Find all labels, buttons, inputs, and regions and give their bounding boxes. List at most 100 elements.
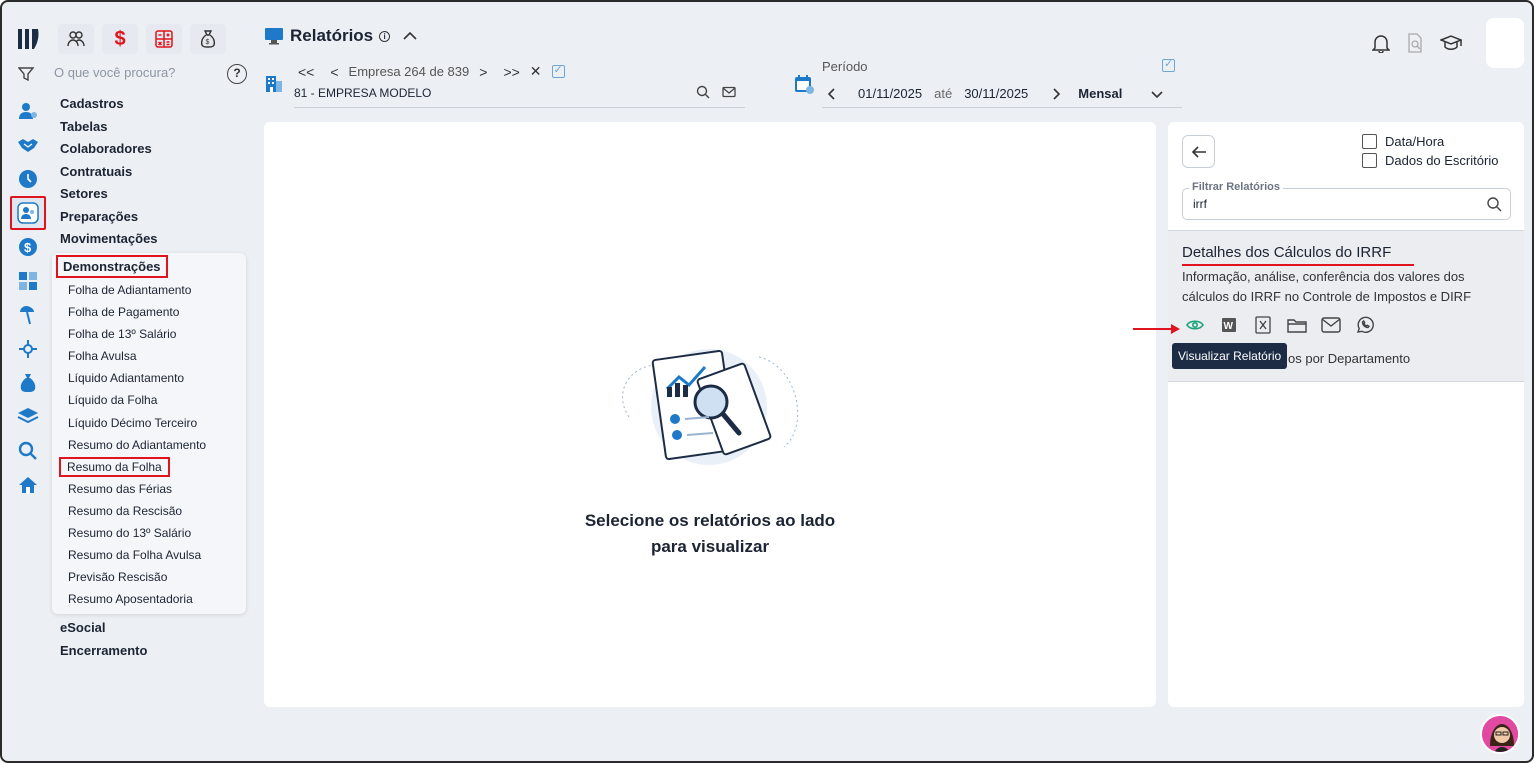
view-report-tooltip: Visualizar Relatório — [1172, 343, 1288, 369]
office-data-option[interactable]: Dados do Escritório — [1362, 153, 1498, 168]
whatsapp-icon[interactable] — [1355, 315, 1375, 335]
office-data-checkbox[interactable] — [1362, 153, 1377, 168]
submenu-item-resumo-da-folha[interactable]: Resumo da Folha — [59, 456, 206, 480]
layers-icon[interactable] — [10, 400, 46, 434]
submenu-item[interactable]: Líquido Adiantamento — [68, 369, 206, 391]
report-preview-panel: Selecione os relatórios ao lado para vis… — [264, 122, 1156, 707]
submenu-item[interactable]: Resumo da Folha Avulsa — [68, 546, 206, 568]
document-search-icon[interactable] — [1406, 33, 1424, 53]
eye-icon[interactable] — [1185, 315, 1205, 335]
people-module-icon[interactable] — [58, 24, 94, 54]
mail-icon[interactable] — [722, 85, 736, 99]
building-icon — [266, 76, 282, 92]
next-period-icon[interactable] — [1050, 87, 1062, 101]
search-icon[interactable] — [1486, 196, 1502, 212]
previous-period-icon[interactable] — [826, 87, 838, 101]
bell-icon[interactable] — [1372, 33, 1390, 53]
menu-item-movimentacoes[interactable]: Movimentações — [60, 229, 250, 252]
sidebar-menu-bottom: eSocial Encerramento — [60, 618, 147, 663]
money-bag-icon[interactable] — [10, 366, 46, 400]
word-icon[interactable]: W — [1219, 315, 1239, 335]
dollar-coin-icon[interactable]: $ — [10, 230, 46, 264]
company-checkbox[interactable] — [551, 63, 565, 78]
previous-company-icon[interactable]: < — [330, 64, 338, 80]
filter-value: irrf — [1193, 197, 1207, 211]
svg-text:$: $ — [24, 240, 32, 255]
company-field[interactable]: 81 - EMPRESA MODELO — [294, 82, 745, 108]
period-checkbox[interactable] — [1162, 57, 1175, 72]
excel-icon[interactable] — [1253, 315, 1273, 335]
submenu-item[interactable]: Resumo da Rescisão — [68, 502, 206, 524]
beach-icon[interactable] — [10, 298, 46, 332]
help-icon[interactable]: ? — [227, 64, 247, 84]
home-icon[interactable] — [10, 468, 46, 502]
chevron-up-icon[interactable] — [402, 30, 418, 42]
menu-item-esocial[interactable]: eSocial — [60, 618, 147, 641]
user-register-icon[interactable] — [10, 94, 46, 128]
menu-item-setores[interactable]: Setores — [60, 184, 250, 207]
sidebar-rail: $ — [10, 94, 46, 502]
period-start[interactable]: 01/11/2025 — [858, 86, 922, 101]
network-icon[interactable] — [10, 332, 46, 366]
datetime-label: Data/Hora — [1385, 134, 1445, 149]
graduation-cap-icon[interactable] — [1440, 34, 1462, 52]
employees-icon[interactable] — [10, 196, 46, 230]
sidebar-menu: Cadastros Tabelas Colaboradores Contratu… — [60, 94, 250, 252]
dollar-module-icon[interactable]: $ — [102, 24, 138, 54]
submenu-item[interactable]: Folha Avulsa — [68, 347, 206, 369]
menu-item-tabelas[interactable]: Tabelas — [60, 117, 250, 140]
app-window: $ $ O que você procura? ? $ Cadastros Ta… — [0, 0, 1534, 763]
money-bag-module-icon[interactable]: $ — [190, 24, 226, 54]
mail-icon[interactable] — [1321, 315, 1341, 335]
report-result-item[interactable]: Detalhes dos Cálculos do IRRF Informação… — [1168, 230, 1524, 382]
menu-item-colaboradores[interactable]: Colaboradores — [60, 139, 250, 162]
menu-search-input[interactable]: O que você procura? — [54, 65, 175, 80]
period-selector: 01/11/2025 até 30/11/2025 Mensal — [822, 80, 1182, 108]
chevron-down-icon[interactable] — [1150, 89, 1164, 99]
submenu-item[interactable]: Previsão Rescisão — [68, 568, 206, 590]
submenu-item[interactable]: Folha de 13º Salário — [68, 325, 206, 347]
menu-item-demonstracoes[interactable]: Demonstrações — [56, 255, 168, 278]
handshake-icon[interactable] — [10, 128, 46, 162]
report-title[interactable]: Detalhes dos Cálculos do IRRF — [1182, 244, 1391, 261]
back-button[interactable] — [1182, 135, 1215, 168]
second-report-title[interactable]: os por Departamento — [1288, 351, 1410, 366]
report-filter-input[interactable]: Filtrar Relatórios irrf — [1182, 181, 1511, 220]
menu-item-encerramento[interactable]: Encerramento — [60, 641, 147, 664]
period-end[interactable]: 30/11/2025 — [964, 86, 1028, 101]
menu-item-preparacoes[interactable]: Preparações — [60, 207, 250, 230]
folder-icon[interactable] — [1287, 315, 1307, 335]
next-company-icon[interactable]: > — [479, 64, 487, 80]
clock-icon[interactable] — [10, 162, 46, 196]
empty-state-message: Selecione os relatórios ao lado para vis… — [264, 508, 1156, 560]
submenu-item[interactable]: Resumo do 13º Salário — [68, 524, 206, 546]
submenu-item[interactable]: Líquido Décimo Terceiro — [68, 414, 206, 436]
funnel-icon[interactable] — [18, 66, 34, 82]
datetime-checkbox[interactable] — [1362, 134, 1377, 149]
calculator-icon[interactable] — [10, 264, 46, 298]
assistant-avatar[interactable] — [1480, 714, 1520, 754]
user-avatar[interactable] — [1486, 18, 1524, 68]
datetime-option[interactable]: Data/Hora — [1362, 134, 1444, 149]
app-logo[interactable] — [16, 26, 42, 52]
submenu-item[interactable]: Resumo Aposentadoria — [68, 590, 206, 612]
submenu-item[interactable]: Folha de Pagamento — [68, 303, 206, 325]
submenu-item[interactable]: Líquido da Folha — [68, 391, 206, 413]
clear-company-icon[interactable]: ✕ — [530, 63, 542, 80]
info-icon[interactable]: i — [379, 30, 391, 42]
first-company-icon[interactable]: << — [298, 64, 314, 80]
top-right-toolbar — [1372, 18, 1532, 68]
submenu-item[interactable]: Resumo do Adiantamento — [68, 436, 206, 458]
submenu-list: Folha de Adiantamento Folha de Pagamento… — [59, 281, 206, 612]
page-title: Relatórios — [290, 26, 374, 45]
menu-item-cadastros[interactable]: Cadastros — [60, 94, 250, 117]
period-mode[interactable]: Mensal — [1078, 86, 1122, 101]
menu-item-contratuais[interactable]: Contratuais — [60, 162, 250, 185]
search-icon[interactable] — [10, 434, 46, 468]
calculator-module-icon[interactable] — [146, 24, 182, 54]
submenu-item[interactable]: Resumo das Férias — [68, 480, 206, 502]
empty-state-line2: para visualizar — [650, 537, 770, 556]
search-icon[interactable] — [696, 85, 710, 99]
last-company-icon[interactable]: >> — [503, 64, 519, 80]
submenu-item[interactable]: Folha de Adiantamento — [68, 281, 206, 303]
